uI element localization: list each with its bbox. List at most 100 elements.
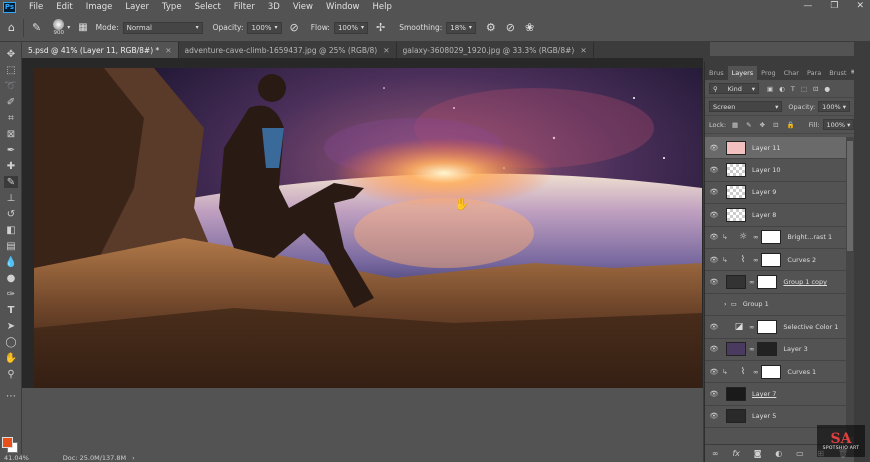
- more-tools-icon[interactable]: ⋯: [4, 390, 18, 402]
- scrollbar-thumb[interactable]: [847, 141, 853, 251]
- filter-type-icon[interactable]: T: [791, 85, 795, 93]
- gear-icon[interactable]: ⚙: [486, 21, 496, 34]
- restore-button[interactable]: ❐: [830, 1, 838, 11]
- hand-tool-icon[interactable]: ✋: [4, 352, 18, 364]
- menu-view[interactable]: View: [293, 2, 313, 12]
- chevron-right-icon[interactable]: ›: [724, 300, 727, 308]
- home-icon[interactable]: ⌂: [8, 21, 15, 34]
- layer-opacity-field[interactable]: 100% ▾: [818, 101, 850, 112]
- eraser-tool-icon[interactable]: ◧: [4, 224, 18, 236]
- adjustment-layer-icon[interactable]: ◐: [775, 449, 782, 458]
- eye-icon[interactable]: 👁: [708, 390, 720, 398]
- menu-edit[interactable]: Edit: [56, 2, 72, 12]
- add-mask-icon[interactable]: ◙: [754, 449, 762, 458]
- layer-mask-thumbnail[interactable]: [761, 230, 782, 245]
- layer-mask-thumbnail[interactable]: [757, 275, 778, 290]
- layer-row-curves-1[interactable]: 👁 ↳ ⌇ ∞ Curves 1: [705, 361, 847, 384]
- layer-row-curves-2[interactable]: 👁 ↳ ⌇ ∞ Curves 2: [705, 249, 847, 272]
- canvas-area[interactable]: ✋: [22, 58, 703, 454]
- lock-image-icon[interactable]: ✎: [746, 121, 751, 129]
- type-tool-icon[interactable]: T: [4, 304, 18, 316]
- menu-layer[interactable]: Layer: [125, 2, 149, 12]
- lock-artboard-icon[interactable]: ⊡: [773, 121, 778, 129]
- brush-settings-icon[interactable]: ▦: [78, 22, 87, 33]
- menu-type[interactable]: Type: [162, 2, 182, 12]
- layer-row-layer-9[interactable]: 👁 Layer 9: [705, 182, 847, 205]
- eye-icon[interactable]: 👁: [708, 412, 720, 420]
- tab-character[interactable]: Char: [780, 66, 803, 80]
- brush-preset-picker[interactable]: 900: [53, 19, 65, 36]
- layer-row-brightness-contrast[interactable]: 👁 ↳ ☼ ∞ Bright...rast 1: [705, 227, 847, 249]
- frame-tool-icon[interactable]: ⊠: [4, 128, 18, 140]
- eye-icon[interactable]: 👁: [708, 144, 720, 152]
- layer-row-selective-color[interactable]: 👁 ◪ ∞ Selective Color 1: [705, 316, 847, 339]
- layer-row-group-1-copy[interactable]: 👁 ∞ Group 1 copy: [705, 271, 847, 294]
- close-icon[interactable]: ✕: [580, 46, 586, 55]
- close-icon[interactable]: ✕: [383, 46, 389, 55]
- layer-row-layer-3[interactable]: 👁 ∞ Layer 3: [705, 339, 847, 361]
- dodge-tool-icon[interactable]: ●: [4, 272, 18, 284]
- layer-row-layer-11[interactable]: 👁 Layer 11: [705, 137, 847, 160]
- opacity-field[interactable]: 100% ▾: [247, 21, 282, 34]
- layer-row-layer-8[interactable]: 👁 Layer 8: [705, 204, 847, 227]
- lock-transparent-icon[interactable]: ▦: [732, 121, 738, 129]
- eye-icon[interactable]: 👁: [708, 211, 720, 219]
- smoothing-field[interactable]: 18% ▾: [446, 21, 476, 34]
- symmetry-icon[interactable]: ❀: [525, 21, 534, 34]
- eye-icon[interactable]: 👁: [708, 233, 720, 241]
- gradient-tool-icon[interactable]: ▤: [4, 240, 18, 252]
- brush-tool-icon[interactable]: ✎: [32, 21, 41, 34]
- filter-shape-icon[interactable]: ⬚: [801, 85, 807, 93]
- zoom-tool-icon[interactable]: ⚲: [4, 368, 18, 380]
- airbrush-icon[interactable]: ✢: [376, 21, 385, 34]
- menu-window[interactable]: Window: [326, 2, 360, 12]
- layer-mask-thumbnail[interactable]: [761, 252, 782, 267]
- ellipse-tool-icon[interactable]: ◯: [4, 336, 18, 348]
- lock-all-icon[interactable]: 🔒: [787, 121, 795, 129]
- layer-mask-thumbnail[interactable]: [757, 342, 778, 357]
- kind-filter-select[interactable]: ⚲ Kind ▾: [709, 83, 759, 94]
- chevron-right-icon[interactable]: ›: [132, 454, 135, 462]
- tab-brushes[interactable]: Brus: [705, 66, 728, 80]
- eyedropper-tool-icon[interactable]: ✒: [4, 144, 18, 156]
- blend-mode-select[interactable]: Screen ▾: [709, 101, 783, 112]
- menu-file[interactable]: File: [29, 2, 43, 12]
- eye-icon[interactable]: 👁: [708, 256, 720, 264]
- tab-properties[interactable]: Prog: [757, 66, 779, 80]
- tab-layers[interactable]: Layers: [727, 66, 758, 80]
- eye-icon[interactable]: 👁: [708, 278, 720, 286]
- quick-select-tool-icon[interactable]: ✐: [4, 96, 18, 108]
- flow-field[interactable]: 100% ▾: [333, 21, 368, 34]
- chevron-down-icon[interactable]: ▾: [67, 24, 70, 31]
- eye-icon[interactable]: 👁: [708, 345, 720, 353]
- layer-row-layer-7[interactable]: 👁 Layer 7: [705, 383, 847, 406]
- menu-select[interactable]: Select: [195, 2, 221, 12]
- close-window-button[interactable]: ✕: [856, 1, 864, 11]
- document-canvas[interactable]: ✋: [34, 68, 702, 388]
- eye-icon[interactable]: 👁: [708, 368, 720, 376]
- menu-help[interactable]: Help: [373, 2, 392, 12]
- brush-tool-icon[interactable]: ✎: [4, 176, 18, 188]
- fx-icon[interactable]: fx: [732, 449, 740, 458]
- pressure-size-icon[interactable]: ⊘: [506, 21, 515, 34]
- path-select-tool-icon[interactable]: ➤: [4, 320, 18, 332]
- lock-position-icon[interactable]: ✥: [760, 121, 765, 129]
- tab-document-galaxy[interactable]: galaxy-3608029_1920.jpg @ 33.3% (RGB/8#)…: [397, 42, 594, 58]
- filter-smart-icon[interactable]: ⊡: [813, 85, 818, 93]
- minimize-button[interactable]: —: [803, 1, 812, 11]
- filter-adjustment-icon[interactable]: ◐: [779, 85, 785, 93]
- tab-document-5psd[interactable]: 5.psd @ 41% (Layer 11, RGB/8#) * ✕: [22, 42, 179, 58]
- tab-paragraph[interactable]: Para: [803, 66, 825, 80]
- zoom-level[interactable]: 41.04%: [4, 454, 29, 462]
- new-group-icon[interactable]: ▭: [796, 449, 804, 458]
- link-layers-icon[interactable]: ∞: [712, 449, 719, 458]
- layer-row-layer-10[interactable]: 👁 Layer 10: [705, 159, 847, 182]
- menu-image[interactable]: Image: [86, 2, 113, 12]
- eye-icon[interactable]: 👁: [708, 188, 720, 196]
- foreground-color-swatch[interactable]: [2, 437, 13, 448]
- menu-filter[interactable]: Filter: [234, 2, 255, 12]
- pressure-opacity-icon[interactable]: ⊘: [290, 21, 299, 34]
- crop-tool-icon[interactable]: ⌗: [4, 112, 18, 124]
- blur-tool-icon[interactable]: 💧: [4, 256, 18, 268]
- layer-row-group-1[interactable]: › ▭ Group 1: [705, 294, 847, 317]
